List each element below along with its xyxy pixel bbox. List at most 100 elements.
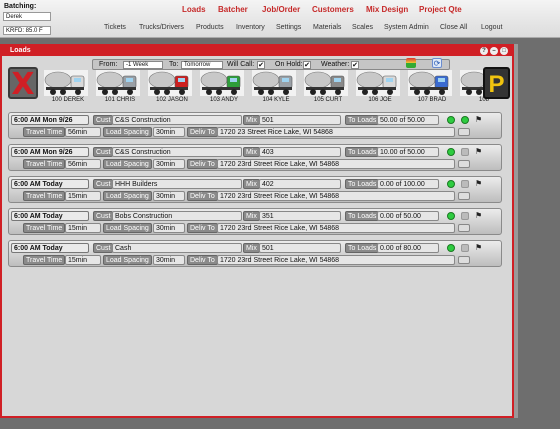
to-loads-label: To Loads bbox=[345, 243, 380, 253]
nav-inventory[interactable]: Inventory bbox=[236, 24, 265, 31]
load-spacing-value[interactable]: 30min bbox=[153, 255, 185, 265]
truck-1[interactable]: 101 CHRIS bbox=[94, 70, 142, 106]
mixer-truck-icon bbox=[96, 70, 140, 96]
status-indicator[interactable] bbox=[447, 148, 455, 156]
nav-job-order[interactable]: Job/Order bbox=[262, 5, 300, 14]
nav-tickets[interactable]: Tickets bbox=[104, 24, 126, 31]
mix-value[interactable]: 351 bbox=[259, 211, 341, 221]
truck-7[interactable]: 107 BRAD bbox=[406, 70, 454, 106]
cust-label: Cust bbox=[93, 179, 114, 189]
truck-label: 101 CHRIS bbox=[104, 97, 136, 103]
minimize-icon[interactable]: – bbox=[490, 47, 498, 55]
truck-2[interactable]: 102 JASON bbox=[146, 70, 194, 106]
truck-3[interactable]: 103 ANDY bbox=[198, 70, 246, 106]
load-spacing-value[interactable]: 30min bbox=[153, 191, 185, 201]
truck-5[interactable]: 105 CURT bbox=[302, 70, 350, 106]
customer-value[interactable]: Cash bbox=[112, 243, 242, 253]
flag-icon[interactable]: ⚑ bbox=[475, 243, 485, 253]
truck-4[interactable]: 104 KYLE bbox=[250, 70, 298, 106]
status-indicator[interactable] bbox=[447, 116, 455, 124]
cancel-load-button[interactable]: X bbox=[8, 67, 38, 102]
flag-icon[interactable]: ⚑ bbox=[475, 211, 485, 221]
truck-label: 104 KYLE bbox=[262, 97, 290, 103]
load-card[interactable]: 6:00 AM Today Cust Bobs Construction Mix 351… bbox=[8, 208, 502, 235]
travel-time-label: Travel Time bbox=[23, 159, 66, 169]
travel-time-label: Travel Time bbox=[23, 191, 66, 201]
load-card[interactable]: 6:00 AM Mon 9/26 Cust C&S Construction Mix 5… bbox=[8, 112, 502, 139]
expand-button[interactable] bbox=[458, 192, 470, 200]
nav-logout[interactable]: Logout bbox=[481, 24, 502, 31]
flag-icon[interactable]: ⚑ bbox=[475, 147, 485, 157]
nav-loads[interactable]: Loads bbox=[182, 5, 206, 14]
mix-value[interactable]: 501 bbox=[259, 243, 341, 253]
travel-time-value[interactable]: 15min bbox=[65, 223, 101, 233]
expand-button[interactable] bbox=[458, 256, 470, 264]
nav-mix-design[interactable]: Mix Design bbox=[366, 5, 408, 14]
delivery-address-value[interactable]: 1720 23rd Street Rice Lake, WI 54868 bbox=[217, 159, 455, 169]
customer-value[interactable]: Bobs Construction bbox=[112, 211, 242, 221]
dispatch-indicator[interactable] bbox=[461, 212, 469, 220]
mixer-truck-icon bbox=[200, 70, 244, 96]
dispatch-indicator[interactable] bbox=[461, 148, 469, 156]
nav-project-qte[interactable]: Project Qte bbox=[419, 5, 462, 14]
load-list: 6:00 AM Mon 9/26 Cust C&S Construction Mix 5… bbox=[8, 112, 502, 272]
status-indicator[interactable] bbox=[447, 212, 455, 220]
travel-time-value[interactable]: 15min bbox=[65, 255, 101, 265]
load-card[interactable]: 6:00 AM Mon 9/26 Cust C&S Construction Mix 4… bbox=[8, 144, 502, 171]
vertical-scrollbar[interactable] bbox=[514, 44, 518, 418]
load-spacing-value[interactable]: 30min bbox=[153, 223, 185, 233]
truck-0[interactable]: 100 DEREK bbox=[42, 70, 90, 106]
delivery-address-value[interactable]: 1720 23rd Street Rice Lake, WI 54868 bbox=[217, 191, 455, 201]
delivery-address-value[interactable]: 1720 23 Street Rice Lake, WI 54868 bbox=[217, 127, 455, 137]
mix-value[interactable]: 403 bbox=[259, 147, 341, 157]
status-indicator[interactable] bbox=[447, 244, 455, 252]
delivery-address-value[interactable]: 1720 23rd Street Rice Lake, WI 54868 bbox=[217, 255, 455, 265]
batching-input[interactable]: Derek bbox=[3, 12, 51, 21]
customer-value[interactable]: C&S Construction bbox=[112, 115, 242, 125]
travel-time-value[interactable]: 15min bbox=[65, 191, 101, 201]
nav-settings[interactable]: Settings bbox=[276, 24, 301, 31]
temperature-readout: KRFD: 85.0 F bbox=[3, 26, 51, 35]
nav-close-all[interactable]: Close All bbox=[440, 24, 467, 31]
mix-label: Mix bbox=[243, 179, 260, 189]
expand-button[interactable] bbox=[458, 128, 470, 136]
delivery-address-value[interactable]: 1720 23rd Street Rice Lake, WI 54868 bbox=[217, 223, 455, 233]
expand-button[interactable] bbox=[458, 224, 470, 232]
flag-icon[interactable]: ⚑ bbox=[475, 115, 485, 125]
load-card[interactable]: 6:00 AM Today Cust HHH Builders Mix 402 To Lo… bbox=[8, 176, 502, 203]
nav-system-admin[interactable]: System Admin bbox=[384, 24, 429, 31]
customer-value[interactable]: HHH Builders bbox=[112, 179, 242, 189]
nav-materials[interactable]: Materials bbox=[313, 24, 341, 31]
loads-titlebar: Loads ? – □ bbox=[2, 46, 512, 56]
park-button[interactable]: P bbox=[483, 67, 510, 99]
nav-trucks-drivers[interactable]: Trucks/Drivers bbox=[139, 24, 184, 31]
travel-time-value[interactable]: 56min bbox=[65, 127, 101, 137]
status-indicator[interactable] bbox=[447, 180, 455, 188]
dispatch-indicator[interactable] bbox=[461, 180, 469, 188]
load-card[interactable]: 6:00 AM Today Cust Cash Mix 501 To Loads 0.00 … bbox=[8, 240, 502, 267]
mix-value[interactable]: 402 bbox=[259, 179, 341, 189]
maximize-icon[interactable]: □ bbox=[500, 47, 508, 55]
parking-icon: P bbox=[488, 71, 505, 98]
mix-value[interactable]: 501 bbox=[259, 115, 341, 125]
nav-batcher[interactable]: Batcher bbox=[218, 5, 248, 14]
load-spacing-value[interactable]: 30min bbox=[153, 159, 185, 169]
travel-time-value[interactable]: 56min bbox=[65, 159, 101, 169]
mix-label: Mix bbox=[243, 243, 260, 253]
load-spacing-value[interactable]: 30min bbox=[153, 127, 185, 137]
truck-6[interactable]: 106 JOE bbox=[354, 70, 402, 106]
expand-button[interactable] bbox=[458, 160, 470, 168]
to-loads-value: 0.00 of 80.00 bbox=[377, 243, 439, 253]
dispatch-indicator[interactable] bbox=[461, 116, 469, 124]
help-icon[interactable]: ? bbox=[480, 47, 488, 55]
nav-scales[interactable]: Scales bbox=[352, 24, 373, 31]
to-loads-label: To Loads bbox=[345, 115, 380, 125]
deliv-to-label: Deliv To bbox=[187, 159, 218, 169]
flag-icon[interactable]: ⚑ bbox=[475, 179, 485, 189]
dispatch-indicator[interactable] bbox=[461, 244, 469, 252]
truck-strip: X 100 DEREK 101 CHRIS 102 JASON 103 ANDY 104… bbox=[4, 66, 510, 129]
nav-products[interactable]: Products bbox=[196, 24, 224, 31]
customer-value[interactable]: C&S Construction bbox=[112, 147, 242, 157]
nav-customers[interactable]: Customers bbox=[312, 5, 354, 14]
to-loads-label: To Loads bbox=[345, 147, 380, 157]
